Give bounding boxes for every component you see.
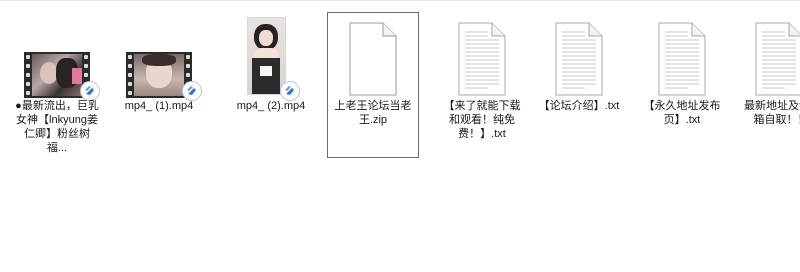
file-name: 【论坛介绍】.txt (538, 100, 620, 112)
video-thumbnail (12, 15, 102, 101)
file-name: 上老王论坛当老王.zip (334, 100, 412, 126)
file-item-zip[interactable]: 上老王论坛当老王.zip (327, 12, 419, 158)
photo-preview (247, 17, 286, 95)
text-file-icon (637, 15, 727, 97)
file-item-video-1[interactable]: ●最新流出，巨乳女神【lnkyung姜仁卿】粉丝树福... (11, 12, 103, 158)
player-app-icon (182, 81, 202, 101)
file-item-video-2[interactable]: mp4_ (1).mp4 (113, 12, 205, 158)
file-item-txt-3[interactable]: 【永久地址发布页】.txt (636, 12, 728, 158)
toolbar-separator (0, 0, 800, 1)
blank-file-icon (328, 15, 418, 97)
file-name: ●最新流出，巨乳女神【lnkyung姜仁卿】粉丝树福... (15, 100, 99, 154)
player-app-icon (280, 81, 300, 101)
video-thumbnail (114, 15, 204, 101)
file-explorer-content: ●最新流出，巨乳女神【lnkyung姜仁卿】粉丝树福... mp4_ (1).m… (0, 0, 800, 272)
file-name: 【来了就能下载和观看！纯免费！】.txt (443, 100, 521, 140)
text-file-icon (741, 15, 800, 97)
player-app-icon (80, 81, 100, 101)
photo-thumbnail (226, 15, 316, 101)
file-name: mp4_ (2).mp4 (236, 100, 306, 112)
text-file-icon (534, 15, 624, 97)
file-item-image[interactable]: mp4_ (2).mp4 (225, 12, 317, 158)
file-item-txt-4[interactable]: 最新地址及请发邮箱自取！！！. (740, 12, 800, 158)
file-name: mp4_ (1).mp4 (124, 100, 194, 112)
file-item-txt-1[interactable]: 【来了就能下载和观看！纯免费！】.txt (436, 12, 528, 158)
text-file-icon (437, 15, 527, 97)
file-item-txt-2[interactable]: 【论坛介绍】.txt (533, 12, 625, 158)
file-name: 最新地址及请发邮箱自取！！！. (744, 100, 800, 126)
file-name: 【永久地址发布页】.txt (643, 100, 721, 126)
